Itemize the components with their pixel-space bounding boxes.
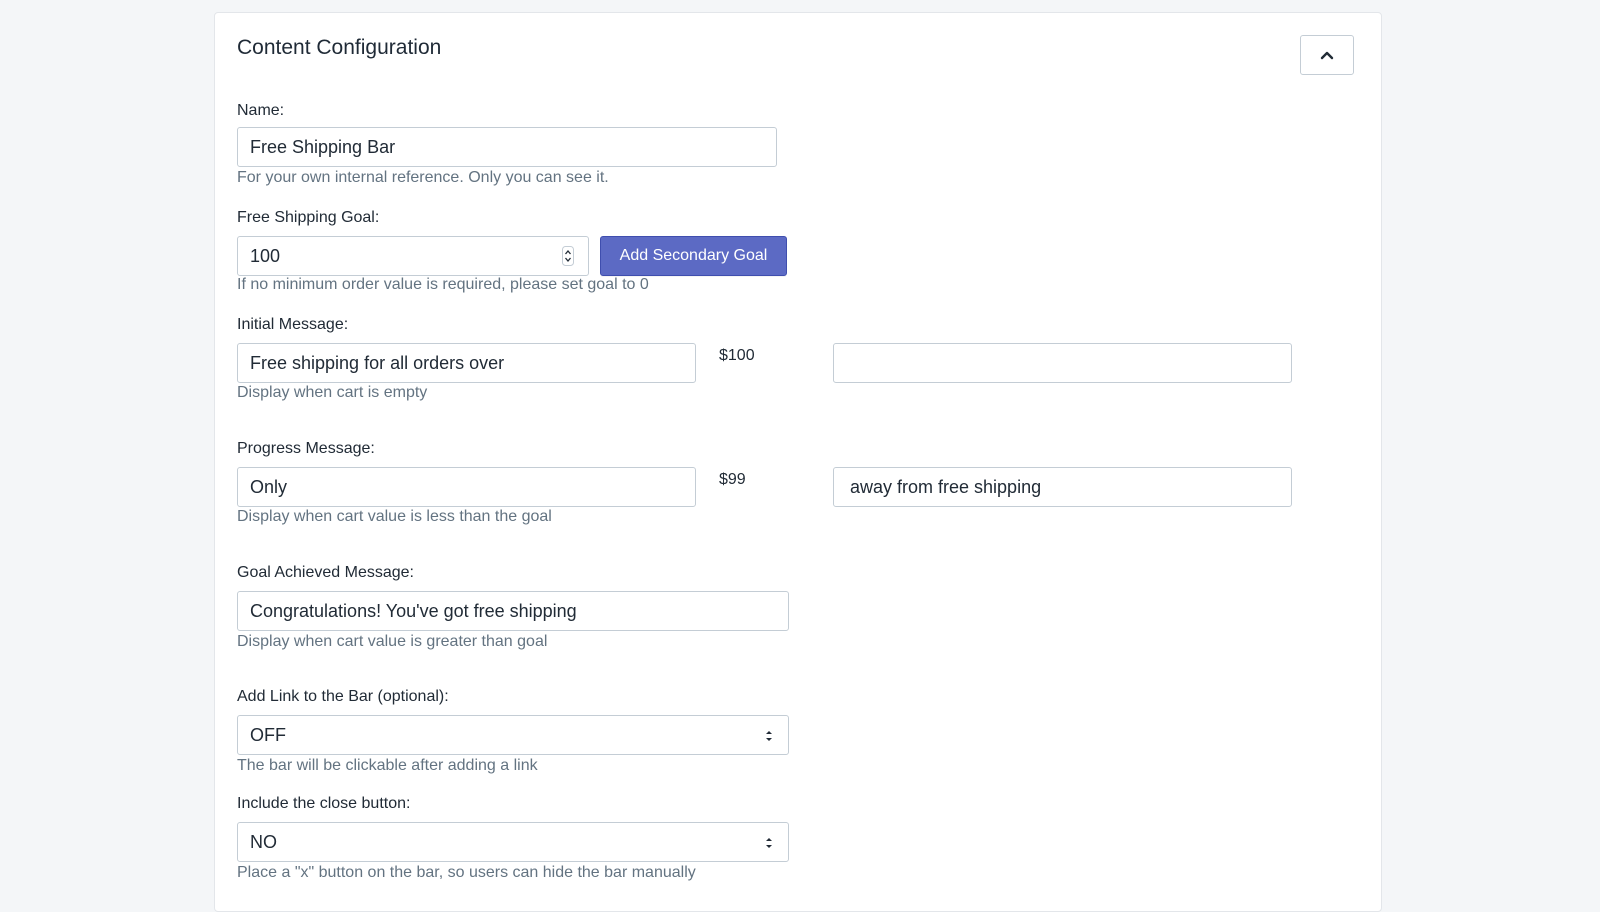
goal-help: If no minimum order value is required, p… [237, 276, 649, 293]
initial-amount: $100 [719, 347, 755, 364]
progress-suffix-value: away from free shipping [850, 476, 1042, 497]
progress-prefix-value: Only [250, 476, 288, 497]
close-button-help: Place a "x" button on the bar, so users … [237, 864, 696, 881]
close-button-selected-value: NO [250, 831, 277, 852]
goal-input-value: 100 [250, 245, 281, 266]
section-title: Content Configuration [237, 36, 442, 59]
collapse-button[interactable] [1300, 35, 1354, 75]
initial-message-suffix-input[interactable] [833, 343, 1292, 383]
select-caret-icon [766, 838, 772, 848]
link-select[interactable]: OFF [237, 715, 789, 755]
name-help: For your own internal reference. Only yo… [237, 169, 609, 186]
initial-prefix-value: Free shipping for all orders over [250, 352, 505, 373]
link-selected-value: OFF [250, 724, 286, 745]
name-label: Name: [237, 102, 285, 119]
achieved-value: Congratulations! You've got free shippin… [250, 600, 577, 621]
goal-label: Free Shipping Goal: [237, 209, 380, 226]
achieved-message-input[interactable]: Congratulations! You've got free shippin… [237, 591, 789, 631]
progress-help: Display when cart value is less than the… [237, 508, 552, 525]
content-configuration-card: Content Configuration Name: Free Shippin… [214, 12, 1382, 912]
progress-amount: $99 [719, 471, 746, 488]
progress-message-prefix-input[interactable]: Only [237, 467, 696, 507]
achieved-message-label: Goal Achieved Message: [237, 564, 414, 581]
link-help: The bar will be clickable after adding a… [237, 757, 538, 774]
goal-number-input[interactable]: 100 [237, 236, 589, 276]
progress-message-label: Progress Message: [237, 440, 375, 457]
initial-message-label: Initial Message: [237, 316, 349, 333]
add-secondary-goal-button[interactable]: Add Secondary Goal [600, 236, 787, 276]
initial-help: Display when cart is empty [237, 384, 428, 401]
initial-message-prefix-input[interactable]: Free shipping for all orders over [237, 343, 696, 383]
stepper-arrows-icon[interactable] [562, 246, 574, 266]
link-label: Add Link to the Bar (optional): [237, 688, 449, 705]
name-input[interactable]: Free Shipping Bar [237, 127, 777, 167]
achieved-help: Display when cart value is greater than … [237, 633, 548, 650]
name-input-value: Free Shipping Bar [250, 136, 396, 157]
chevron-up-icon [1320, 51, 1334, 60]
close-button-label: Include the close button: [237, 795, 411, 812]
close-button-select[interactable]: NO [237, 822, 789, 862]
progress-message-suffix-input[interactable]: away from free shipping [833, 467, 1292, 507]
select-caret-icon [766, 731, 772, 741]
